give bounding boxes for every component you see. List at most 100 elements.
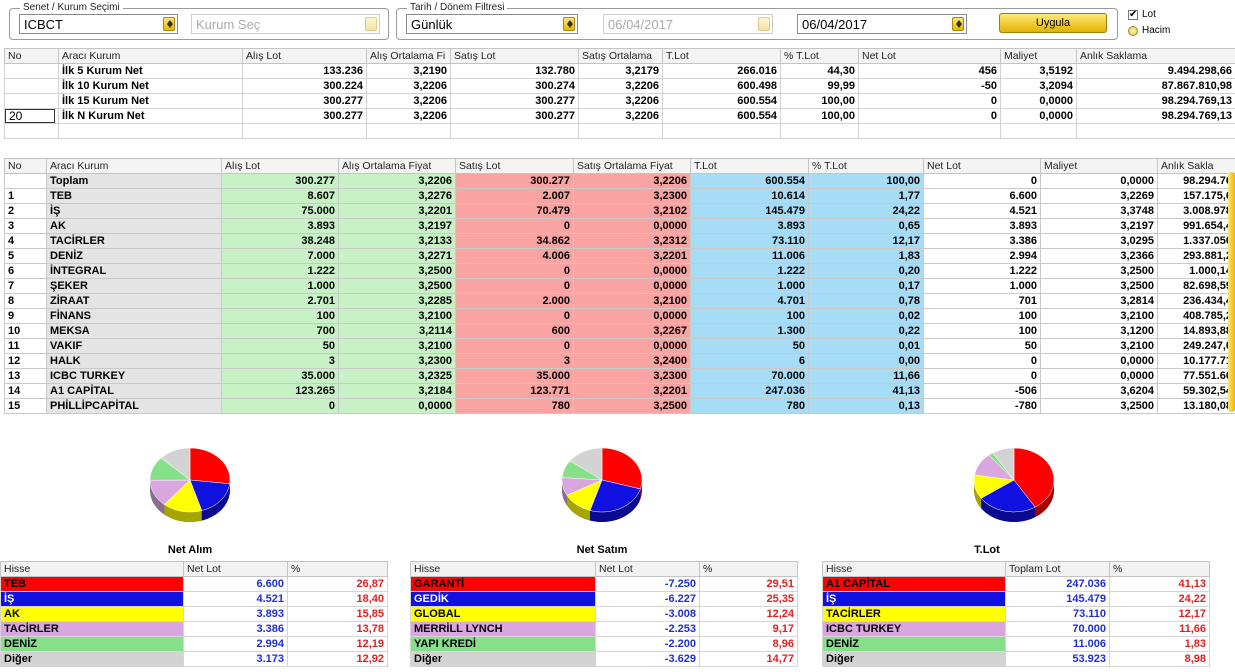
broker-row[interactable]: 15 PHİLLİPCAPİTAL 0 0,0000 780 3,2500 780 0,13-… — [4, 398, 1235, 414]
broker-row[interactable]: 12 HALK 3 3,2300 3 3,2400 6 0,00 0 0,0000 10.177.7… — [4, 353, 1235, 369]
panel-col-header[interactable]: Hisse — [0, 561, 184, 577]
brokers-col-header[interactable]: Aracı Kurum — [46, 158, 222, 174]
summary-col-header[interactable]: No — [4, 48, 59, 64]
broker-row[interactable]: 13 ICBC TURKEY 35.000 3,2325 35.000 3,2300 70.… — [4, 368, 1235, 384]
panel-row[interactable]: MERRİLL LYNCH -2.253 9,17 — [410, 621, 798, 637]
summary-col-header[interactable]: % T.Lot — [780, 48, 859, 64]
brokers-col-header[interactable]: % T.Lot — [808, 158, 924, 174]
panel-col-header[interactable]: % — [1109, 561, 1210, 577]
panel-row[interactable]: DENİZ 2.994 12,19 — [0, 636, 388, 652]
broker-cell: 0,01 — [808, 338, 924, 354]
brokers-col-header[interactable]: Net Lot — [923, 158, 1041, 174]
panel-value-cell: 70.000 — [1005, 621, 1110, 637]
brokers-col-header[interactable]: Anlık Sakla — [1157, 158, 1235, 174]
panel-row[interactable]: DENİZ 11.006 1,83 — [822, 636, 1210, 652]
panel-row[interactable]: Diğer 53.923 8,98 — [822, 651, 1210, 667]
broker-cell: 408.785,2 — [1157, 308, 1235, 324]
broker-row[interactable]: 3 AK 3.893 3,2197 0 0,0000 3.893 0,65 3.893 3,219… — [4, 218, 1235, 234]
brokers-col-header[interactable]: T.Lot — [690, 158, 809, 174]
broker-cell: 100 — [923, 308, 1041, 324]
broker-cell: 3,2500 — [338, 278, 456, 294]
brokers-col-header[interactable]: No — [4, 158, 47, 174]
panel-row[interactable]: Diğer -3.629 14,77 — [410, 651, 798, 667]
broker-cell: 3,2300 — [338, 353, 456, 369]
apply-button[interactable]: Uygula — [999, 13, 1107, 33]
broker-row[interactable]: Toplam 300.277 3,2206 300.277 3,2206 600.554 1… — [4, 173, 1235, 189]
broker-row[interactable]: 10 MEKSA 700 3,2114 600 3,2267 1.300 0,22 100 3,1… — [4, 323, 1235, 339]
panel-value-cell: 3.893 — [183, 606, 288, 622]
broker-cell: 0,0000 — [1040, 173, 1158, 189]
panel-col-header[interactable]: Toplam Lot — [1005, 561, 1110, 577]
broker-row[interactable]: 7 ŞEKER 1.000 3,2500 0 0,0000 1.000 0,17 1.000 3,… — [4, 278, 1235, 294]
panel-row[interactable]: TEB 6.600 26,87 — [0, 576, 388, 592]
panel-col-header[interactable]: Net Lot — [595, 561, 700, 577]
broker-cell: 3,2201 — [338, 203, 456, 219]
panel-row[interactable]: Diğer 3.173 12,92 — [0, 651, 388, 667]
broker-cell: 100,00 — [808, 173, 924, 189]
summary-cell: İlk 5 Kurum Net — [58, 63, 243, 79]
panel-row[interactable]: İŞ 145.479 24,22 — [822, 591, 1210, 607]
brokers-col-header[interactable]: Satış Lot — [455, 158, 574, 174]
broker-row[interactable]: 5 DENİZ 7.000 3,2271 4.006 3,2201 11.006 1,83 2.… — [4, 248, 1235, 264]
broker-cell: 701 — [923, 293, 1041, 309]
panel-col-header[interactable]: % — [699, 561, 798, 577]
hacim-option[interactable]: Hacim — [1128, 25, 1170, 36]
panel-name-cell: İŞ — [0, 591, 184, 607]
panel-col-header[interactable]: % — [287, 561, 388, 577]
brokers-col-header[interactable]: Maliyet — [1040, 158, 1158, 174]
panel-row[interactable]: GEDİK -6.227 25,35 — [410, 591, 798, 607]
broker-row[interactable]: 1 TEB 8.607 3,2276 2.007 3,2300 10.614 1,77 6.60… — [4, 188, 1235, 204]
panel-col-header[interactable]: Hisse — [822, 561, 1006, 577]
summary-cell: 99,99 — [780, 78, 859, 94]
panel-row[interactable]: GLOBAL -3.008 12,24 — [410, 606, 798, 622]
summary-col-header[interactable]: Alış Ortalama Fi — [366, 48, 451, 64]
broker-row[interactable]: 2 İŞ 75.000 3,2201 70.479 3,2102 145.479 24,22 4… — [4, 203, 1235, 219]
broker-row[interactable]: 9 FİNANS 100 3,2100 0 0,0000 100 0,02 100 3,2100 4… — [4, 308, 1235, 324]
vertical-scrollbar[interactable] — [1228, 172, 1235, 412]
panel-row[interactable]: ICBC TURKEY 70.000 11,66 — [822, 621, 1210, 637]
panel-row[interactable]: A1 CAPİTAL 247.036 41,13 — [822, 576, 1210, 592]
summary-col-header[interactable]: T.Lot — [662, 48, 781, 64]
summary-col-header[interactable]: Anlık Saklama — [1076, 48, 1235, 64]
panel-row[interactable]: İŞ 4.521 18,40 — [0, 591, 388, 607]
broker-row[interactable]: 11 VAKIF 50 3,2100 0 0,0000 50 0,01 50 3,2100 249.… — [4, 338, 1235, 354]
summary-col-header[interactable]: Satış Lot — [450, 48, 579, 64]
summary-col-header[interactable]: Maliyet — [1000, 48, 1077, 64]
summary-col-header[interactable]: Satış Ortalama — [578, 48, 663, 64]
panel-row[interactable]: AK 3.893 15,85 — [0, 606, 388, 622]
broker-cell: 0 — [923, 353, 1041, 369]
broker-cell: 3,2133 — [338, 233, 456, 249]
panel-row[interactable]: TACİRLER 3.386 13,78 — [0, 621, 388, 637]
summary-col-header[interactable]: Net Lot — [858, 48, 1001, 64]
summary-col-header[interactable]: Alış Lot — [242, 48, 367, 64]
panel-row[interactable]: GARANTİ -7.250 29,51 — [410, 576, 798, 592]
senet-select[interactable]: ICBCT — [19, 14, 178, 34]
panel-pct-cell: 9,17 — [699, 621, 798, 637]
panel-pct-cell: 24,22 — [1109, 591, 1210, 607]
summary-col-header[interactable]: Aracı Kurum — [58, 48, 243, 64]
broker-cell: 3,2114 — [338, 323, 456, 339]
n-kurum-input[interactable]: 20 — [5, 109, 55, 123]
broker-row[interactable]: 6 İNTEGRAL 1.222 3,2500 0 0,0000 1.222 0,20 1.22… — [4, 263, 1235, 279]
broker-row[interactable]: 4 TACİRLER 38.248 3,2133 34.862 3,2312 73.110 1… — [4, 233, 1235, 249]
end-date-field[interactable]: 06/04/2017 — [797, 14, 967, 34]
calendar-icon — [758, 17, 770, 31]
broker-row[interactable]: 8 ZİRAAT 2.701 3,2285 2.000 3,2100 4.701 0,78 70… — [4, 293, 1235, 309]
panel-row[interactable]: YAPI KREDİ -2.200 8,96 — [410, 636, 798, 652]
kurum-select[interactable]: Kurum Seç — [191, 14, 380, 34]
panel-col-header[interactable]: Net Lot — [183, 561, 288, 577]
brokers-col-header[interactable]: Alış Ortalama Fiyat — [338, 158, 456, 174]
broker-row[interactable]: 14 A1 CAPİTAL 123.265 3,2184 123.771 3,2201 24… — [4, 383, 1235, 399]
period-select[interactable]: Günlük — [406, 14, 578, 34]
panel-row[interactable]: TACİRLER 73.110 12,17 — [822, 606, 1210, 622]
broker-cell: 4.521 — [923, 203, 1041, 219]
brokers-col-header[interactable]: Alış Lot — [221, 158, 339, 174]
panel-col-header[interactable]: Hisse — [410, 561, 596, 577]
broker-cell: 600 — [455, 323, 574, 339]
brokers-col-header[interactable]: Satış Ortalama Fiyat — [573, 158, 691, 174]
lot-option[interactable]: ✔ Lot — [1128, 9, 1156, 20]
panel-name-cell: GEDİK — [410, 591, 596, 607]
summary-cell: 100,00 — [780, 93, 859, 109]
start-date-field[interactable]: 06/04/2017 — [603, 14, 773, 34]
broker-cell: 0,20 — [808, 263, 924, 279]
